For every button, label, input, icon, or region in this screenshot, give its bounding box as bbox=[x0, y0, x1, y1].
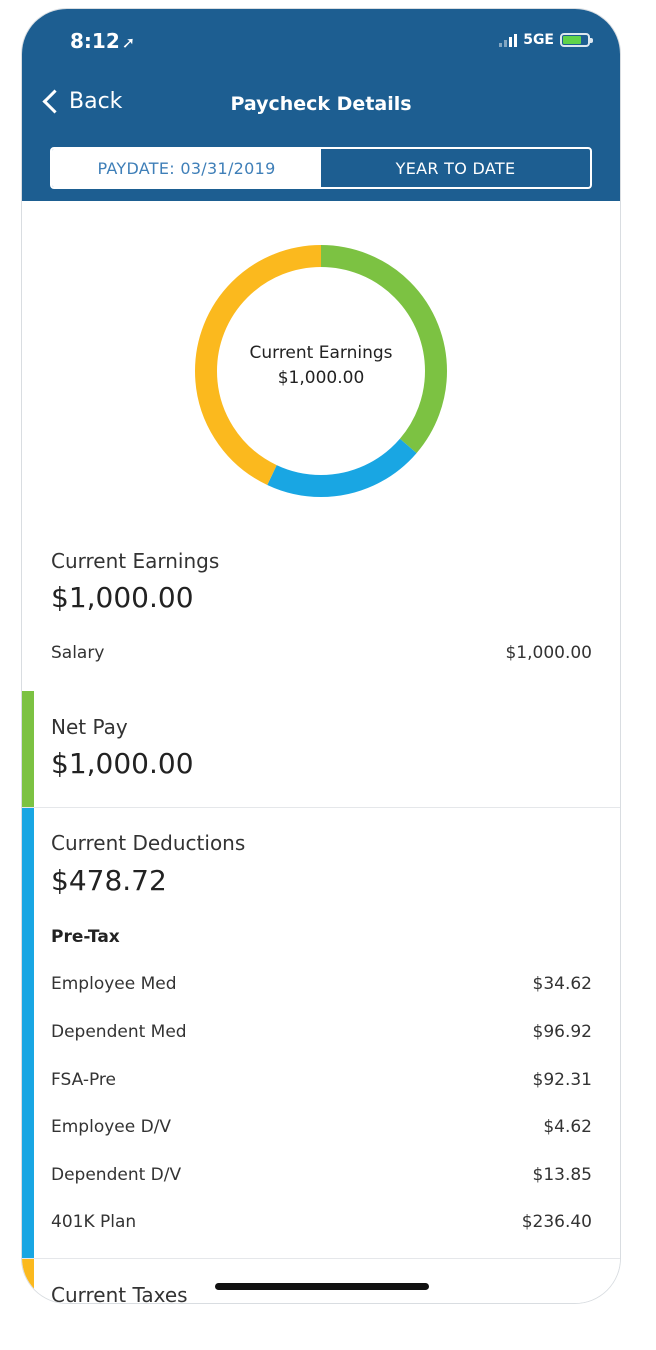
tab-year-to-date[interactable]: YEAR TO DATE bbox=[321, 149, 590, 187]
period-segmented-control: PAYDATE: 03/31/2019 YEAR TO DATE bbox=[50, 147, 592, 189]
row-name: Dependent D/V bbox=[51, 1165, 182, 1185]
deductions-amount: $478.72 bbox=[51, 864, 167, 897]
app-header: 8:12 ➚ 5GE Back Paycheck Details PAYDATE:… bbox=[22, 9, 620, 201]
earnings-donut-section: Current Earnings $1,000.00 bbox=[22, 201, 620, 526]
row-value: $34.62 bbox=[532, 974, 592, 994]
page-title: Paycheck Details bbox=[230, 93, 412, 115]
row-name: 401K Plan bbox=[51, 1212, 137, 1232]
row-value: $13.85 bbox=[532, 1165, 592, 1185]
earnings-row-salary: Salary $1,000.00 bbox=[51, 643, 592, 663]
row-value: $4.62 bbox=[543, 1117, 592, 1137]
current-earnings-card[interactable]: Current Earnings $1,000.00 Salary $1,000… bbox=[22, 525, 620, 692]
row-value: $96.92 bbox=[532, 1022, 592, 1042]
row-value: $92.31 bbox=[532, 1070, 592, 1090]
network-type: 5GE bbox=[523, 32, 554, 48]
row-name: Dependent Med bbox=[51, 1022, 187, 1042]
home-indicator[interactable] bbox=[215, 1283, 429, 1290]
donut-center-value: $1,000.00 bbox=[277, 368, 365, 388]
earnings-label: Current Earnings bbox=[51, 549, 220, 573]
donut-center-label: Current Earnings $1,000.00 bbox=[22, 341, 620, 391]
battery-icon bbox=[560, 33, 593, 47]
net-pay-color-bar bbox=[22, 691, 34, 807]
row-name: FSA-Pre bbox=[51, 1070, 117, 1090]
current-deductions-card[interactable]: Current Deductions $478.72 Pre-Tax Emplo… bbox=[22, 808, 620, 1259]
taxes-color-bar bbox=[22, 1259, 34, 1303]
net-pay-card[interactable]: Net Pay $1,000.00 bbox=[22, 691, 620, 808]
deduction-row-fsa-pre: FSA-Pre $92.31 bbox=[51, 1070, 592, 1090]
deduction-row-dependent-med: Dependent Med $96.92 bbox=[51, 1022, 592, 1042]
donut-center-title: Current Earnings bbox=[249, 343, 393, 363]
pre-tax-heading: Pre-Tax bbox=[51, 927, 120, 947]
deductions-color-bar bbox=[22, 808, 34, 1258]
deduction-row-dependent-dv: Dependent D/V $13.85 bbox=[51, 1165, 592, 1185]
deduction-row-401k: 401K Plan $236.40 bbox=[51, 1212, 592, 1232]
net-pay-label: Net Pay bbox=[51, 715, 128, 739]
taxes-label: Current Taxes bbox=[51, 1283, 188, 1304]
row-value: $1,000.00 bbox=[505, 643, 592, 663]
status-indicators: 5GE bbox=[499, 31, 593, 49]
net-pay-amount: $1,000.00 bbox=[51, 747, 194, 780]
location-arrow-icon: ➚ bbox=[121, 33, 136, 52]
current-taxes-card[interactable]: Current Taxes bbox=[22, 1259, 620, 1304]
phone-screen: 8:12 ➚ 5GE Back Paycheck Details PAYDATE:… bbox=[21, 8, 621, 1304]
status-time-text: 8:12 bbox=[70, 29, 120, 53]
deduction-row-employee-dv: Employee D/V $4.62 bbox=[51, 1117, 592, 1137]
row-name: Employee Med bbox=[51, 974, 177, 994]
row-value: $236.40 bbox=[521, 1212, 592, 1232]
deduction-row-employee-med: Employee Med $34.62 bbox=[51, 974, 592, 994]
row-name: Salary bbox=[51, 643, 105, 663]
deductions-label: Current Deductions bbox=[51, 831, 246, 855]
earnings-amount: $1,000.00 bbox=[51, 581, 194, 614]
signal-icon bbox=[499, 33, 518, 47]
tab-paydate[interactable]: PAYDATE: 03/31/2019 bbox=[52, 149, 321, 187]
row-name: Employee D/V bbox=[51, 1117, 172, 1137]
status-time: 8:12 ➚ bbox=[70, 29, 135, 53]
